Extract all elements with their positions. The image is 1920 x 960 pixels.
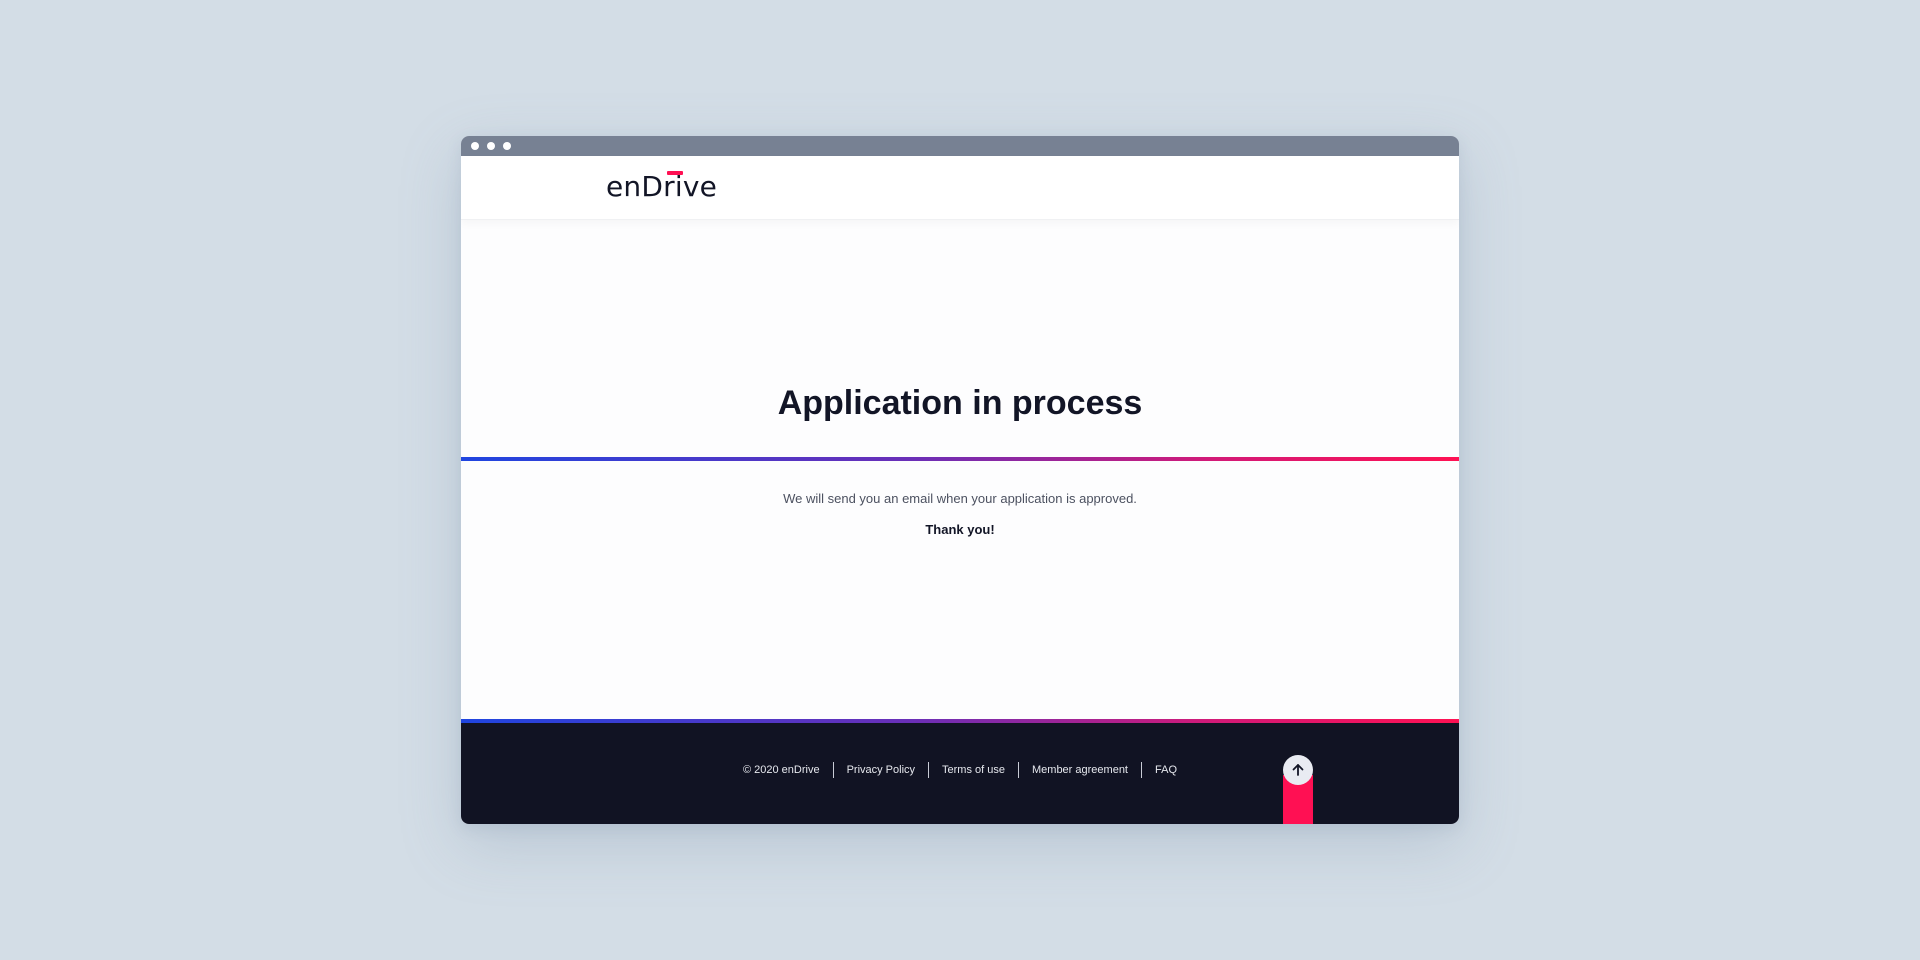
- status-message: We will send you an email when your appl…: [783, 491, 1137, 506]
- gradient-divider: [461, 457, 1459, 461]
- browser-window: enDrive Application in process We will s…: [461, 136, 1459, 824]
- arrow-up-icon: [1292, 764, 1304, 776]
- site-footer: © 2020 enDrive Privacy Policy Terms of u…: [461, 723, 1459, 824]
- page-title: Application in process: [777, 384, 1143, 422]
- footer-link-member-agreement[interactable]: Member agreement: [1019, 762, 1141, 778]
- footer-link-faq[interactable]: FAQ: [1142, 762, 1190, 778]
- logo[interactable]: enDrive: [606, 170, 717, 204]
- window-dot-icon: [471, 142, 479, 150]
- browser-titlebar: [461, 136, 1459, 156]
- logo-accent-mark: [667, 171, 683, 175]
- footer-link-terms[interactable]: Terms of use: [929, 762, 1018, 778]
- window-dot-icon: [503, 142, 511, 150]
- site-header: enDrive: [461, 156, 1459, 220]
- footer-copyright: © 2020 enDrive: [742, 764, 820, 776]
- thank-you-text: Thank you!: [925, 522, 995, 537]
- scroll-to-top-button[interactable]: [1283, 755, 1313, 785]
- footer-link-privacy[interactable]: Privacy Policy: [834, 762, 928, 778]
- window-dot-icon: [487, 142, 495, 150]
